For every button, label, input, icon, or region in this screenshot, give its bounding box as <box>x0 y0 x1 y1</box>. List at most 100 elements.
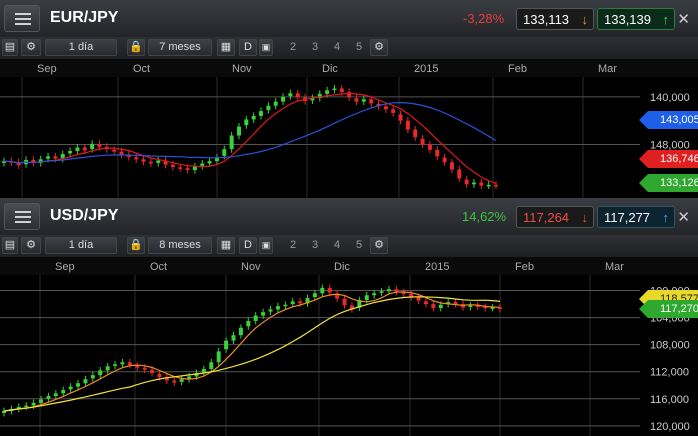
candle <box>320 287 325 294</box>
candle <box>68 150 73 154</box>
candle <box>185 168 190 171</box>
candle <box>112 149 117 152</box>
month-label: 2015 <box>414 63 438 75</box>
gear-icon[interactable]: ⚙ <box>21 39 41 56</box>
candle <box>281 96 286 102</box>
month-label: Mar <box>598 63 617 75</box>
candle <box>261 312 266 316</box>
candle <box>413 129 418 138</box>
sell-price-button[interactable]: 117,264 ↓ <box>516 206 594 228</box>
gear-icon[interactable]: ⚙ <box>21 237 41 254</box>
month-label: Nov <box>232 63 252 75</box>
candle <box>361 99 366 102</box>
month-label: Oct <box>150 261 167 273</box>
chart-panel-usdjpy: USD/JPY 14,62% 117,264 ↓ 117,277 ↑ ✕ ▤ ⚙… <box>0 198 698 436</box>
chart-type-icon[interactable]: ▤ <box>2 39 18 56</box>
month-label: Mar <box>605 261 624 273</box>
range-selector[interactable]: 7 meses <box>148 39 212 56</box>
candle <box>222 149 227 156</box>
candle <box>178 167 183 169</box>
candle <box>127 362 132 365</box>
candle <box>98 370 103 376</box>
candle <box>244 119 249 126</box>
price-chart[interactable]: Sep Oct Nov Dic 2015 Feb Mar 148,000140,000 <box>0 59 698 198</box>
instrument-header: USD/JPY 14,62% 117,264 ↓ 117,277 ↑ ✕ <box>0 198 698 236</box>
candle <box>398 114 403 121</box>
buy-price-button[interactable]: 133,139 ↑ <box>597 8 675 30</box>
interval-selector[interactable]: 1 día <box>45 237 117 254</box>
layout-5-button[interactable]: 5 <box>350 39 368 56</box>
y-tick-label: 140,000 <box>650 92 690 104</box>
arrow-down-icon: ↓ <box>581 12 589 27</box>
candle <box>354 98 359 102</box>
percent-change: -3,28% <box>463 11 505 26</box>
month-label: Dic <box>322 63 338 75</box>
draw-tool-button[interactable]: D <box>239 237 257 254</box>
candle <box>231 335 236 341</box>
settings-gear-icon[interactable]: ⚙ <box>370 237 388 254</box>
month-label: Dic <box>334 261 350 273</box>
candle <box>332 88 337 91</box>
range-selector[interactable]: 8 meses <box>148 237 212 254</box>
calendar-icon[interactable]: ▦ <box>217 237 235 254</box>
candle <box>192 166 197 171</box>
interval-selector[interactable]: 1 día <box>45 39 117 56</box>
lock-icon[interactable]: 🔒 <box>127 39 145 56</box>
candle <box>383 106 388 110</box>
menu-icon[interactable] <box>4 203 40 230</box>
y-tick-label: 112,000 <box>650 367 689 379</box>
price-chart[interactable]: Sep Oct Nov Dic 2015 Feb Mar 120,000 116,000 112… <box>0 257 698 436</box>
calendar-icon[interactable]: ▦ <box>217 39 235 56</box>
layout-4-button[interactable]: 4 <box>328 39 346 56</box>
candle <box>105 366 110 371</box>
draw-tool-button[interactable]: D <box>239 39 257 56</box>
layout-2-button[interactable]: 2 <box>284 237 302 254</box>
candle <box>431 304 436 309</box>
arrow-down-icon: ↓ <box>581 210 589 225</box>
candle <box>238 327 243 336</box>
layout-2-button[interactable]: 2 <box>284 39 302 56</box>
month-label: Feb <box>508 63 527 75</box>
candle <box>53 393 58 397</box>
menu-icon[interactable] <box>4 5 40 32</box>
candle <box>266 105 271 111</box>
candle <box>68 386 73 390</box>
candle <box>148 161 153 164</box>
candle <box>134 157 139 160</box>
layout-one-icon[interactable]: ▣ <box>259 39 273 56</box>
layout-5-button[interactable]: 5 <box>350 237 368 254</box>
moving-average-long <box>3 296 501 412</box>
month-label: 2015 <box>425 261 449 273</box>
sell-price-button[interactable]: 133,113 ↓ <box>516 8 594 30</box>
candle <box>442 157 447 163</box>
candle <box>200 163 205 166</box>
month-label: Oct <box>133 63 150 75</box>
month-label: Feb <box>515 261 534 273</box>
candle <box>113 364 118 366</box>
candle <box>427 144 432 150</box>
layout-4-button[interactable]: 4 <box>328 237 346 254</box>
candle <box>453 302 458 305</box>
candle <box>90 375 95 379</box>
candle <box>224 340 229 350</box>
candle <box>416 297 421 301</box>
candle <box>372 293 377 296</box>
candle <box>83 379 88 384</box>
candle <box>494 184 498 187</box>
candle <box>386 289 391 292</box>
layout-one-icon[interactable]: ▣ <box>259 237 273 254</box>
layout-3-button[interactable]: 3 <box>306 39 324 56</box>
y-tick-label: 120,000 <box>650 421 690 433</box>
sell-price: 117,264 <box>523 210 570 225</box>
lock-icon[interactable]: 🔒 <box>127 237 145 254</box>
candle <box>449 162 454 170</box>
price-tag-red: 136,746 <box>639 150 698 168</box>
settings-gear-icon[interactable]: ⚙ <box>370 39 388 56</box>
chart-type-icon[interactable]: ▤ <box>2 237 18 254</box>
arrow-up-icon: ↑ <box>662 210 670 225</box>
buy-price: 133,139 <box>604 12 651 27</box>
close-icon[interactable]: ✕ <box>677 208 690 226</box>
close-icon[interactable]: ✕ <box>677 10 690 28</box>
buy-price-button[interactable]: 117,277 ↑ <box>597 206 675 228</box>
layout-3-button[interactable]: 3 <box>306 237 324 254</box>
